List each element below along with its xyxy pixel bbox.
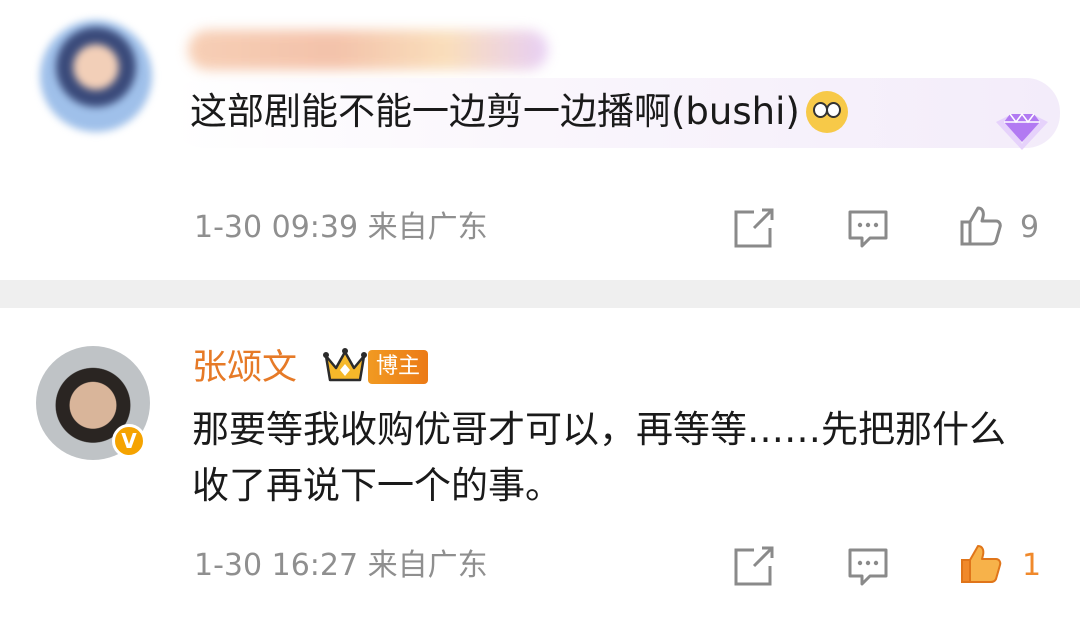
like-icon[interactable]: [958, 204, 1002, 248]
share-icon[interactable]: [732, 544, 776, 588]
location: 来自广东: [367, 210, 488, 245]
blogger-badge: 博主: [368, 350, 429, 384]
divider: [0, 280, 1080, 308]
share-icon[interactable]: [732, 206, 776, 250]
crown-icon: [323, 348, 367, 382]
timestamp: 1-30 09:39: [194, 210, 359, 245]
verified-badge: V: [112, 424, 146, 458]
liked-icon[interactable]: [958, 542, 1002, 586]
username-blurred: [188, 30, 548, 70]
reply-icon[interactable]: [846, 544, 890, 588]
comment-text: 这部剧能不能一边剪一边播啊(bushi): [190, 86, 848, 138]
avatar[interactable]: [40, 20, 152, 132]
location: 来自广东: [367, 548, 488, 583]
comment-text: 那要等我收购优哥才可以，再等等……先把那什么收了再说下一个的事。: [192, 408, 1006, 507]
comment-text-content: 这部剧能不能一边剪一边播啊(bushi): [190, 90, 800, 133]
pleading-face-icon: [805, 91, 848, 133]
comment-meta: 1-30 16:27 来自广东: [194, 546, 488, 586]
username[interactable]: 张颂文: [192, 344, 297, 392]
reply-icon[interactable]: [846, 206, 890, 250]
comment-card: 这部剧能不能一边剪一边播啊(bushi) 1-30 09:39 来自广东 9: [0, 0, 1080, 280]
like-count: 9: [1020, 210, 1040, 245]
timestamp: 1-30 16:27: [194, 548, 359, 583]
diamond-badge-icon: [996, 112, 1048, 150]
like-count: 1: [1022, 548, 1042, 583]
comment-meta: 1-30 09:39 来自广东: [194, 208, 488, 248]
